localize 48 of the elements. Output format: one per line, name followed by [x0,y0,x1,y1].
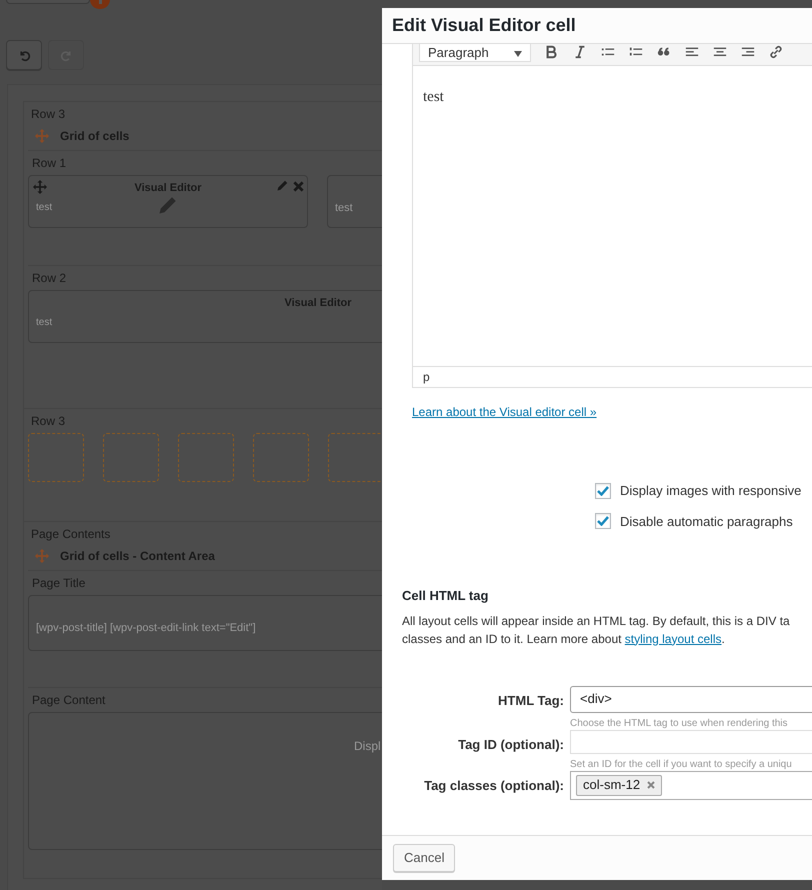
editor-body[interactable]: test [413,66,812,366]
section-title: Cell HTML tag [402,587,488,605]
checkmark-icon [597,516,609,526]
tag-id-field[interactable] [570,730,812,754]
tag-classes-field[interactable]: col-sm-12 [570,770,812,800]
cell-text: test [335,201,353,216]
section-description: All layout cells will appear inside an HTML tag. By default, this is a DIV ta classes and an ID to it. Learn more about styling layout cells. [402,612,790,648]
cancel-button[interactable]: Cancel [393,844,456,872]
bold-icon[interactable] [545,44,559,58]
undo-icon [18,48,30,62]
field-hint: Set an ID for the cell if you want to specify a uniqu [570,758,792,770]
align-center-icon[interactable] [713,44,727,58]
align-right-icon[interactable] [741,44,755,58]
move-icon [35,549,49,563]
field-label: HTML Tag: [497,692,565,710]
empty-cell-slot [103,433,159,482]
cell-text: Displ [354,738,381,755]
checkbox[interactable] [595,482,611,499]
align-left-icon[interactable] [685,44,699,58]
italic-icon[interactable] [573,44,587,58]
remove-icon[interactable] [647,781,656,789]
class-tag[interactable]: col-sm-12 [576,774,662,796]
help-link[interactable]: Learn about the Visual editor cell » [412,403,597,421]
cell-text: test [36,201,52,215]
checkbox-label: Display images with responsive [620,482,802,500]
checkbox-label: Disable automatic paragraphs [620,512,793,531]
format-dropdown[interactable]: Paragraph [419,44,531,62]
checkmark-icon [597,486,609,496]
cell-text: [wpv-post-title] [wpv-post-edit-link text="Edit"] [36,621,256,636]
styling-link[interactable]: styling layout cells [624,632,722,646]
checkbox[interactable] [595,513,611,530]
dialog-title: Edit Visual Editor cell [392,14,576,37]
field-label: Tag classes (optional): [423,776,565,795]
field-label: Tag ID (optional): [457,736,565,754]
empty-cell-slot [178,433,234,482]
empty-cell-slot [253,433,309,482]
link-icon[interactable] [769,44,783,58]
html-tag-dropdown[interactable]: <div> [570,686,812,712]
caret-icon [514,50,522,56]
move-icon [33,180,47,194]
element-path[interactable]: p [423,368,430,386]
move-icon [35,129,49,143]
field-hint: Choose the HTML tag to use when rendering this [570,718,788,730]
quote-icon[interactable] [657,44,671,58]
empty-cell-slot [28,433,84,482]
numbered-list-icon[interactable] [629,44,643,58]
cell-text: test [36,316,52,330]
editor-text: test [423,88,444,107]
